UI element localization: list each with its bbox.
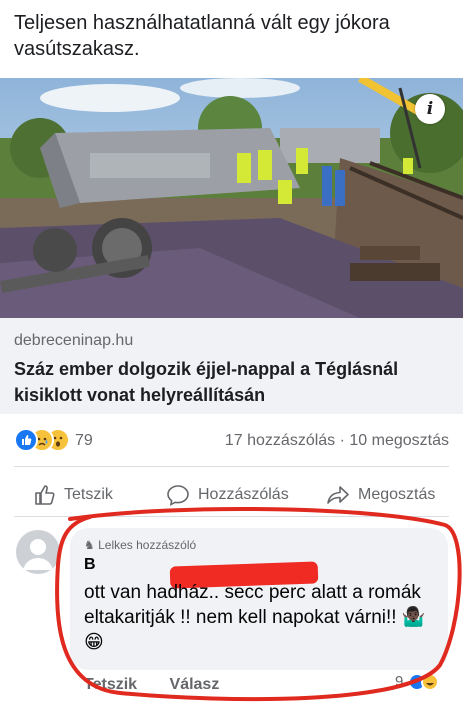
link-preview-image[interactable]: i: [0, 78, 463, 318]
post-text: Teljesen használhatatlanná vált egy jóko…: [14, 12, 390, 60]
comment-bubble: ♞ Lelkes hozzászóló B ott van hadház.. s…: [70, 528, 448, 670]
share-button[interactable]: Megosztás: [326, 480, 435, 510]
like-icon: [14, 428, 38, 452]
post-stats: 79 17 hozzászólás · 10 megosztás: [0, 424, 463, 458]
divider: [14, 516, 449, 517]
share-label: Megosztás: [358, 486, 436, 503]
like-button[interactable]: Tetszik: [34, 480, 113, 510]
reaction-count[interactable]: 79: [75, 432, 93, 450]
default-avatar-icon: [23, 539, 53, 570]
comment-reactions[interactable]: 9: [395, 672, 442, 694]
comment: ♞ Lelkes hozzászóló B ott van hadház.. s…: [0, 520, 463, 704]
thumbs-up-icon: [35, 485, 55, 505]
like-label: Tetszik: [64, 486, 113, 503]
info-icon[interactable]: i: [415, 94, 445, 124]
haha-icon: [420, 673, 439, 691]
comment-label: Hozzászólás: [198, 486, 289, 503]
comment-reply-button[interactable]: Válasz: [170, 676, 220, 693]
comment-author[interactable]: B: [84, 556, 96, 574]
badge-icon: ♞: [84, 538, 95, 552]
comment-icon: [167, 485, 189, 506]
top-fan-badge: ♞ Lelkes hozzászóló: [84, 538, 196, 552]
comment-text: ott van hadház.. secc perc alatt a romák…: [84, 582, 426, 653]
comments-shares-count[interactable]: 17 hozzászólás · 10 megosztás: [225, 432, 449, 450]
derailed-train-photo: [0, 78, 463, 318]
comment-like-button[interactable]: Tetszik: [84, 676, 137, 693]
comment-actions: Tetszik Válasz: [84, 676, 247, 694]
divider: [14, 466, 449, 467]
link-title[interactable]: Száz ember dolgozik éjjel-nappal a Téglá…: [14, 356, 454, 408]
badge-label: Lelkes hozzászóló: [98, 538, 197, 552]
comment-button[interactable]: Hozzászólás: [166, 480, 289, 510]
avatar[interactable]: [16, 530, 60, 574]
share-icon: [327, 486, 349, 504]
link-preview-card[interactable]: debreceninap.hu Száz ember dolgozik éjje…: [0, 318, 463, 414]
comment-reaction-count: 9: [395, 672, 404, 690]
link-domain: debreceninap.hu: [14, 332, 134, 349]
comment-reaction-icons: [407, 673, 439, 691]
